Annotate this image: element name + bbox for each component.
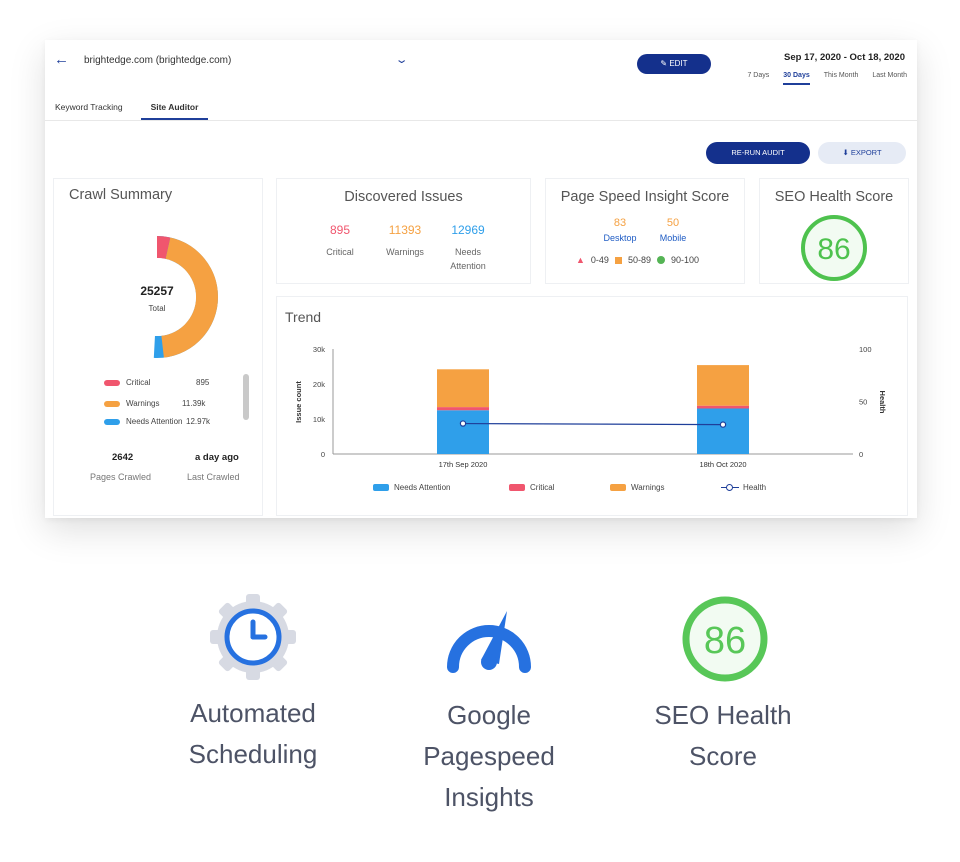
y2-tick-label: 50 xyxy=(859,398,867,407)
bar-critical xyxy=(437,407,489,411)
health-legend-marker xyxy=(721,483,739,492)
x-tick-label: 17th Sep 2020 xyxy=(439,460,488,469)
series-needs-attention-label: Needs Attention xyxy=(394,483,451,492)
feature-automated-scheduling: Automated Scheduling xyxy=(188,698,318,769)
legend-health-series: Health xyxy=(721,483,766,492)
y-tick-label: 0 xyxy=(321,450,325,459)
series-health-label: Health xyxy=(743,483,767,492)
y-tick-label: 30k xyxy=(313,345,325,354)
needs-attention-legend-swatch xyxy=(373,484,389,491)
speedometer-icon xyxy=(447,611,531,673)
bar-needs-attention xyxy=(437,410,489,454)
y-tick-label: 10k xyxy=(313,415,325,424)
y2-axis-label: Health xyxy=(878,391,887,414)
series-warnings-label: Warnings xyxy=(631,483,665,492)
series-critical-label: Critical xyxy=(530,483,555,492)
health-point xyxy=(459,420,467,427)
critical-legend-swatch xyxy=(509,484,525,491)
bar-warnings xyxy=(437,369,489,408)
bar-warnings xyxy=(697,365,749,406)
site-auditor-dashboard: ← brightedge.com (brightedge.com) ⌄ ✎ ED… xyxy=(45,40,917,518)
warnings-legend-swatch xyxy=(610,484,626,491)
legend-needs-attention-series: Needs Attention xyxy=(373,483,450,492)
bar-critical xyxy=(697,405,749,409)
bar-needs-attention xyxy=(697,408,749,454)
y2-tick-label: 100 xyxy=(859,345,872,354)
legend-warnings-series: Warnings xyxy=(610,483,665,492)
feature-pagespeed-insights: Google Pagespeed Insights xyxy=(423,700,555,812)
y-axis-label: Issue count xyxy=(294,381,303,423)
legend-critical-series: Critical xyxy=(509,483,554,492)
feature-score-value: 86 xyxy=(704,620,746,662)
gear-clock-icon xyxy=(210,594,296,680)
health-point xyxy=(719,421,727,428)
x-tick-label: 18th Oct 2020 xyxy=(699,460,746,469)
y2-tick-label: 0 xyxy=(859,450,863,459)
trend-chart: 0 10k 20k 30k 0 50 100 Issue count Health 17th Se… xyxy=(294,345,887,469)
health-line xyxy=(462,422,724,426)
y-tick-label: 20k xyxy=(313,380,325,389)
score-ring-icon: 86 xyxy=(682,596,768,682)
feature-seo-health-score: SEO Health Score xyxy=(654,700,792,771)
